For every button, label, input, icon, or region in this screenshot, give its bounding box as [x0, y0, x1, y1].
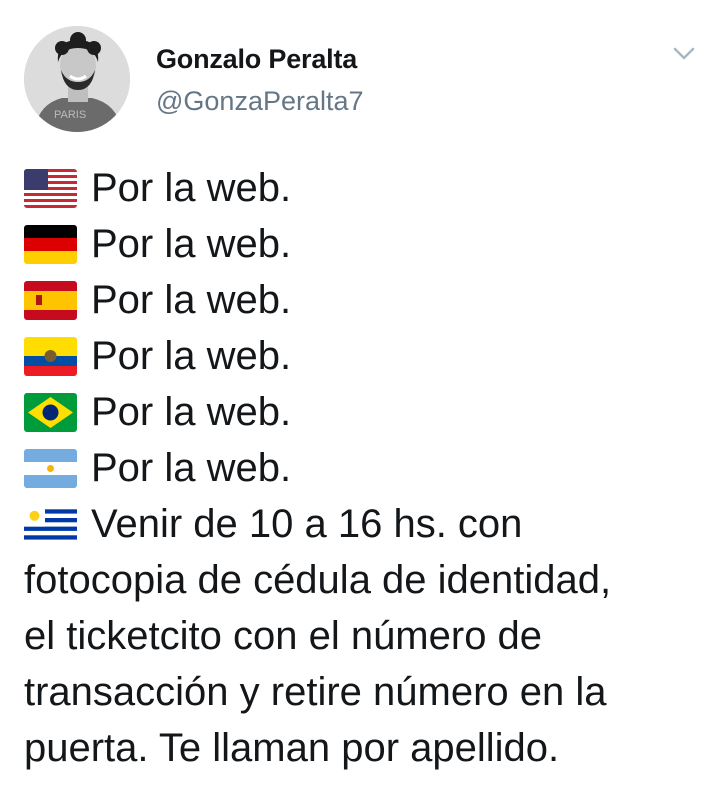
germany-flag-icon [24, 224, 77, 264]
tweet-line-text: Por la web. [91, 166, 292, 210]
user-handle[interactable]: @GonzaPeralta7 [156, 86, 364, 117]
tweet-line: Por la web. [24, 216, 704, 272]
tweet-line: Por la web. [24, 272, 704, 328]
tweet-line-text: Por la web. [91, 334, 292, 378]
display-name[interactable]: Gonzalo Peralta [156, 44, 357, 75]
usa-flag-icon [24, 168, 77, 208]
tweet-line-text: Por la web. [91, 390, 292, 434]
tweet-line: Venir de 10 a 16 hs. con [24, 496, 704, 552]
avatar[interactable]: PARIS [24, 26, 130, 132]
ecuador-flag-icon [24, 336, 77, 376]
tweet-line: Por la web. [24, 440, 704, 496]
avatar-shirt-text: PARIS [54, 109, 86, 121]
argentina-flag-icon [24, 448, 77, 488]
tweet-line: Por la web. [24, 384, 704, 440]
tweet-line-text: Por la web. [91, 222, 292, 266]
tweet-line-text: Por la web. [91, 446, 292, 490]
tweet-line: Por la web. [24, 160, 704, 216]
tweet-line-text: Por la web. [91, 278, 292, 322]
spain-flag-icon [24, 280, 77, 320]
tweet-text: Por la web. Por la web. Por la web. Por … [24, 160, 704, 776]
tweet-line: transacción y retire número en la [24, 670, 607, 714]
brazil-flag-icon [24, 392, 77, 432]
tweet-line: Por la web. [24, 328, 704, 384]
tweet-line: el ticketcito con el número de [24, 614, 543, 658]
chevron-down-icon[interactable] [672, 44, 696, 64]
tweet-line: fotocopia de cédula de identidad, [24, 558, 612, 602]
tweet-header: PARIS Gonzalo Peralta @GonzaPeralta7 [24, 26, 704, 136]
tweet-line: puerta. Te llaman por apellido. [24, 726, 560, 770]
tweet-line-text: Venir de 10 a 16 hs. con [91, 502, 523, 546]
uruguay-flag-icon [24, 504, 77, 544]
